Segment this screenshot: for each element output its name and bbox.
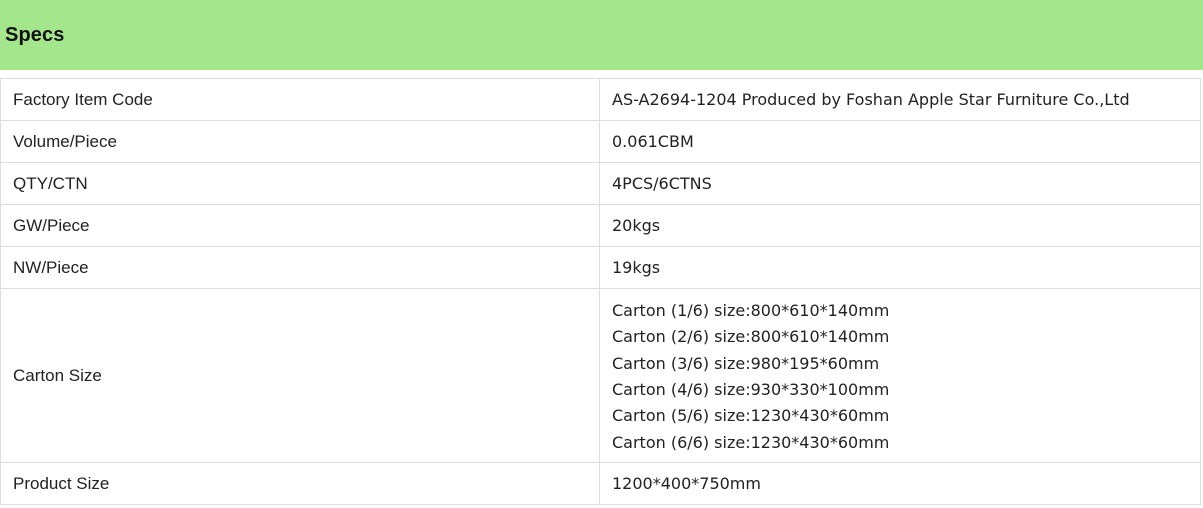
table-row: Volume/Piece 0.061CBM [0,120,1201,163]
table-row: Product Size 1200*400*750mm [0,462,1201,505]
spec-value: 1200*400*750mm [599,462,1201,505]
table-row: Carton Size Carton (1/6) size:800*610*14… [0,288,1201,463]
spec-label: Carton Size [0,288,600,463]
spec-value-multiline: Carton (1/6) size:800*610*140mm Carton (… [599,288,1201,463]
spec-value: 20kgs [599,204,1201,247]
table-row: QTY/CTN 4PCS/6CTNS [0,162,1201,205]
page-title: Specs [5,23,65,46]
table-row: NW/Piece 19kgs [0,246,1201,289]
spec-value: 0.061CBM [599,120,1201,163]
spec-value: 19kgs [599,246,1201,289]
spec-label: QTY/CTN [0,162,600,205]
specs-table: Factory Item Code AS-A2694-1204 Produced… [0,78,1201,505]
spec-value: AS-A2694-1204 Produced by Foshan Apple S… [599,78,1201,121]
table-row: Factory Item Code AS-A2694-1204 Produced… [0,78,1201,121]
carton-size-line: Carton (1/6) size:800*610*140mm [612,301,890,321]
spec-label: Volume/Piece [0,120,600,163]
carton-size-list: Carton (1/6) size:800*610*140mm Carton (… [612,295,1188,456]
spec-label: Factory Item Code [0,78,600,121]
carton-size-line: Carton (5/6) size:1230*430*60mm [612,406,890,426]
carton-size-line: Carton (3/6) size:980*195*60mm [612,353,880,373]
carton-size-line: Carton (6/6) size:1230*430*60mm [612,432,890,452]
spec-label: NW/Piece [0,246,600,289]
spec-label: Product Size [0,462,600,505]
table-row: GW/Piece 20kgs [0,204,1201,247]
spec-label: GW/Piece [0,204,600,247]
spec-value: 4PCS/6CTNS [599,162,1201,205]
carton-size-line: Carton (2/6) size:800*610*140mm [612,327,890,347]
specs-header: Specs [0,0,1203,70]
carton-size-line: Carton (4/6) size:930*330*100mm [612,380,890,399]
